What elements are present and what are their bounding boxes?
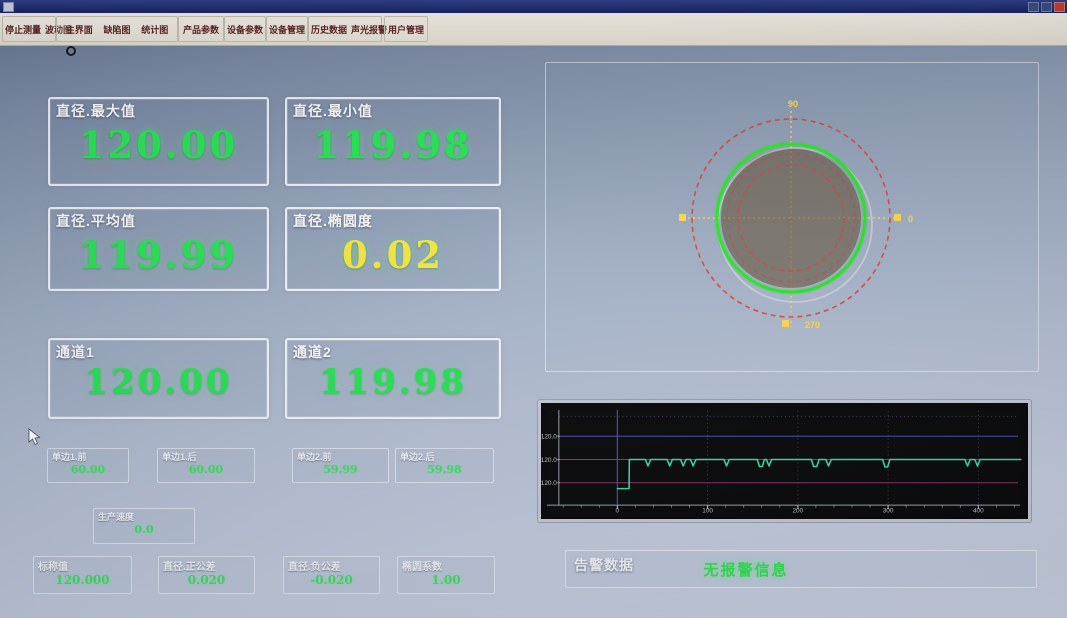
diameter-min-label: 直径.最小值 — [293, 101, 373, 121]
svg-text:120.0: 120.0 — [541, 480, 557, 487]
ovality-coefficient-value: 1.00 — [398, 573, 494, 587]
edge1-rear-value: 60.00 — [158, 463, 254, 476]
diameter-avg-label: 直径.平均值 — [56, 211, 136, 231]
diameter-avg-value: 119.99 — [50, 233, 267, 277]
edge2-front-box: 单边2.前 59.99 — [292, 448, 389, 483]
toolbar-group-product: 产品参数 — [178, 16, 224, 42]
svg-text:200: 200 — [792, 508, 803, 513]
edge2-rear-value: 59.98 — [396, 463, 493, 476]
svg-text:300: 300 — [883, 508, 894, 513]
svg-text:90: 90 — [788, 99, 798, 109]
channel2-label: 通道2 — [293, 342, 332, 362]
toolbar-button-defect-chart[interactable]: 缺陷图 — [101, 23, 132, 36]
diameter-min-value: 119.98 — [287, 123, 499, 167]
window-titlebar — [0, 0, 1067, 13]
toolbar-group-device-mgmt: 设备管理 — [266, 16, 308, 42]
nominal-value-label: 标称值 — [38, 558, 68, 573]
toolbar-group-views: 主界面 缺陷图 统计图 — [56, 16, 178, 42]
production-speed-label: 生产速度 — [98, 510, 134, 523]
ovality-box: 直径.椭圆度 0.02 — [285, 207, 501, 291]
polar-display: 90 0 270 — [546, 63, 1038, 371]
main-toolbar: 停止测量 波动图 主界面 缺陷图 统计图 产品参数 设备参数 设备管理 历史数据… — [0, 13, 1067, 46]
alarm-data-box: 告警数据 无报警信息 — [565, 550, 1037, 588]
edge1-front-value: 60.00 — [48, 463, 128, 476]
minus-tolerance-value: -0.020 — [284, 573, 379, 587]
minimize-icon[interactable] — [1028, 2, 1039, 12]
toolbar-button-stop-measure[interactable]: 停止测量 — [3, 23, 43, 36]
ovality-label: 直径.椭圆度 — [293, 211, 373, 231]
edge2-rear-label: 单边2.后 — [400, 450, 435, 463]
svg-text:120.0: 120.0 — [541, 433, 557, 440]
ovality-coefficient-label: 椭圆系数 — [402, 558, 442, 573]
window-app-icon — [3, 2, 14, 12]
minus-tolerance-label: 直径.负公差 — [288, 558, 341, 573]
production-speed-box: 生产速度 0.0 — [93, 508, 195, 544]
toolbar-button-statistics-chart[interactable]: 统计图 — [139, 23, 170, 36]
toolbar-button-history-data[interactable]: 历史数据 — [309, 23, 349, 36]
window-controls — [1028, 2, 1065, 12]
svg-text:100: 100 — [702, 508, 713, 513]
mouse-cursor — [28, 428, 42, 446]
edge2-front-value: 59.99 — [293, 463, 388, 476]
toolbar-group-user: 用户管理 — [384, 16, 428, 42]
toolbar-button-device-params[interactable]: 设备参数 — [225, 23, 265, 36]
production-speed-value: 0.0 — [94, 523, 194, 536]
diameter-max-value: 120.00 — [50, 123, 267, 167]
edge1-rear-box: 单边1.后 60.00 — [157, 448, 255, 483]
cross-section-polar-panel: 90 0 270 — [545, 62, 1039, 372]
toolbar-group-measure: 停止测量 波动图 — [2, 16, 56, 42]
channel2-value: 119.98 — [287, 362, 499, 402]
measurement-app-window: 停止测量 波动图 主界面 缺陷图 统计图 产品参数 设备参数 设备管理 历史数据… — [0, 0, 1067, 618]
toolbar-button-product-params[interactable]: 产品参数 — [181, 23, 221, 36]
active-view-indicator — [66, 46, 76, 56]
svg-text:120.0: 120.0 — [541, 457, 557, 464]
channel1-box: 通道1 120.00 — [48, 338, 269, 419]
toolbar-button-main-screen[interactable]: 主界面 — [64, 23, 95, 36]
diameter-max-label: 直径.最大值 — [56, 101, 136, 121]
maximize-icon[interactable] — [1041, 2, 1052, 12]
plus-tolerance-label: 直径.正公差 — [163, 558, 216, 573]
diameter-trend-chart: 120.0 120.0 120.0 0 100 200 300 400 — [541, 403, 1022, 513]
diameter-min-box: 直径.最小值 119.98 — [285, 97, 501, 186]
nominal-value: 120.000 — [34, 573, 131, 587]
alarm-message: 无报警信息 — [676, 559, 816, 580]
diameter-max-box: 直径.最大值 120.00 — [48, 97, 269, 186]
svg-text:270: 270 — [805, 320, 820, 330]
diameter-trend-chart-frame: 120.0 120.0 120.0 0 100 200 300 400 — [538, 400, 1031, 522]
channel1-label: 通道1 — [56, 342, 95, 362]
toolbar-group-data-alarm: 历史数据 声光报警 — [308, 16, 382, 42]
plus-tolerance-value: 0.020 — [159, 573, 254, 587]
toolbar-button-user-management[interactable]: 用户管理 — [386, 23, 426, 36]
channel1-value: 120.00 — [50, 362, 267, 402]
edge1-rear-label: 单边1.后 — [162, 450, 197, 463]
svg-text:0: 0 — [908, 214, 913, 224]
edge1-front-box: 单边1.前 60.00 — [47, 448, 129, 483]
ovality-coefficient-box: 椭圆系数 1.00 — [397, 556, 495, 594]
diameter-avg-box: 直径.平均值 119.99 — [48, 207, 269, 291]
svg-text:400: 400 — [973, 508, 984, 513]
nominal-value-box: 标称值 120.000 — [33, 556, 132, 594]
toolbar-button-device-management[interactable]: 设备管理 — [267, 23, 307, 36]
ovality-value: 0.02 — [287, 233, 499, 277]
minus-tolerance-box: 直径.负公差 -0.020 — [283, 556, 380, 594]
plus-tolerance-box: 直径.正公差 0.020 — [158, 556, 255, 594]
edge2-front-label: 单边2.前 — [297, 450, 332, 463]
channel2-box: 通道2 119.98 — [285, 338, 501, 419]
close-icon[interactable] — [1054, 2, 1065, 12]
toolbar-group-device-params: 设备参数 — [224, 16, 266, 42]
svg-text:0: 0 — [616, 508, 620, 513]
edge1-front-label: 单边1.前 — [52, 450, 87, 463]
alarm-data-label: 告警数据 — [574, 555, 634, 575]
edge2-rear-box: 单边2.后 59.98 — [395, 448, 494, 483]
